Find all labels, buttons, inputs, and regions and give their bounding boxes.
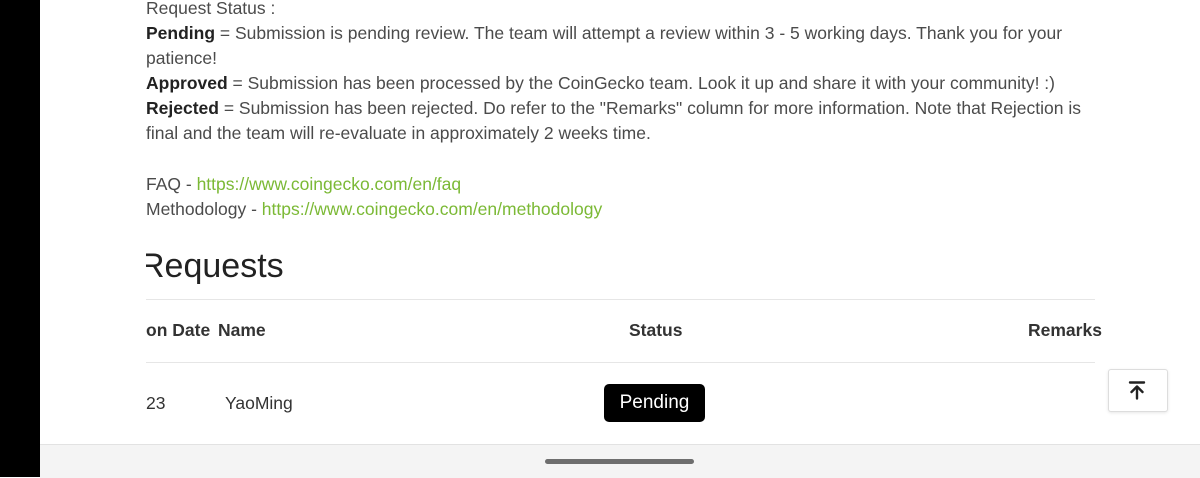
table-row[interactable]: 23 YaoMing Pending bbox=[146, 382, 1095, 426]
arrow-up-to-line-icon bbox=[1128, 381, 1146, 400]
methodology-link[interactable]: https://www.coingecko.com/en/methodology bbox=[262, 199, 602, 219]
table-header-divider bbox=[146, 362, 1095, 363]
column-remarks[interactable]: Remarks bbox=[1028, 320, 1102, 341]
table-top-divider bbox=[146, 299, 1095, 300]
requests-title: Requests bbox=[146, 247, 284, 285]
table-header: on Date Name Status Remarks bbox=[146, 320, 1102, 344]
status-rejected: Rejected = Submission has been rejected.… bbox=[146, 96, 1101, 146]
faq-line: FAQ - https://www.coingecko.com/en/faq bbox=[146, 172, 602, 197]
status-heading: Request Status : bbox=[146, 0, 276, 18]
column-status[interactable]: Status bbox=[629, 320, 682, 341]
page-viewport[interactable]: Request Status : Pending = Submission is… bbox=[40, 0, 1200, 444]
pending-term: Pending bbox=[146, 23, 216, 43]
methodology-line: Methodology - https://www.coingecko.com/… bbox=[146, 197, 602, 222]
pending-desc: = Submission is pending review. The team… bbox=[146, 23, 1063, 68]
device-bezel-left bbox=[0, 0, 40, 477]
methodology-label: Methodology - bbox=[146, 199, 262, 219]
home-indicator[interactable] bbox=[545, 459, 694, 464]
approved-term: Approved bbox=[146, 73, 228, 93]
faq-link[interactable]: https://www.coingecko.com/en/faq bbox=[197, 174, 462, 194]
column-date[interactable]: on Date bbox=[146, 320, 210, 341]
requests-title-wrap: Requests bbox=[146, 240, 446, 290]
help-links: FAQ - https://www.coingecko.com/en/faq M… bbox=[146, 172, 602, 222]
status-pending: Pending = Submission is pending review. … bbox=[146, 21, 1101, 71]
status-badge: Pending bbox=[604, 384, 705, 422]
row-name: YaoMing bbox=[225, 393, 293, 413]
row-date: 23 bbox=[146, 393, 166, 413]
scroll-to-top-button[interactable] bbox=[1108, 369, 1168, 412]
rejected-term: Rejected bbox=[146, 98, 219, 118]
approved-desc: = Submission has been processed by the C… bbox=[227, 73, 1055, 93]
faq-label: FAQ - bbox=[146, 174, 197, 194]
rejected-desc: = Submission has been rejected. Do refer… bbox=[146, 98, 1082, 143]
column-name[interactable]: Name bbox=[218, 320, 266, 341]
system-navigation-bar bbox=[40, 444, 1200, 478]
status-approved: Approved = Submission has been processed… bbox=[146, 71, 1101, 96]
request-status-legend: Request Status : Pending = Submission is… bbox=[146, 0, 1101, 146]
